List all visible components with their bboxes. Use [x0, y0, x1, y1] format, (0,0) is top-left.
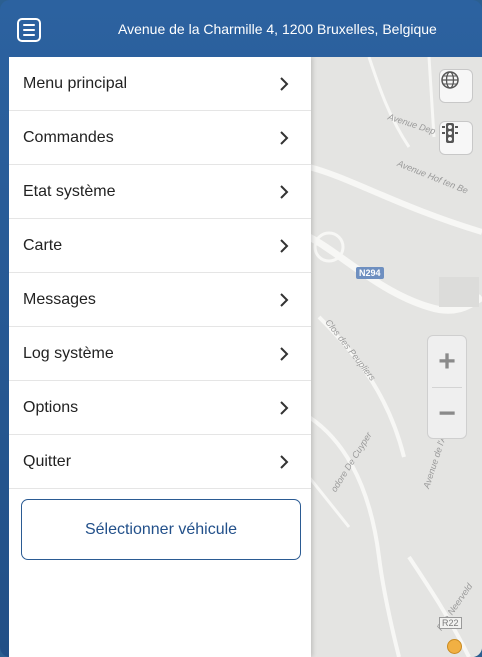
chevron-right-icon [280, 239, 289, 253]
road-badge-r22: R22 [439, 617, 462, 629]
zoom-out-button[interactable]: − [428, 388, 466, 439]
map-view[interactable]: Avenue Dep Avenue Hof ten Be Clos des Pe… [309, 57, 482, 657]
menu-item-etat-systeme[interactable]: Etat système [9, 165, 311, 219]
side-menu: Menu principal Commandes Etat système Ca… [9, 57, 311, 657]
main-content: Avenue Dep Avenue Hof ten Be Clos des Pe… [9, 57, 482, 657]
menu-item-log-systeme[interactable]: Log système [9, 327, 311, 381]
menu-item-options[interactable]: Options [9, 381, 311, 435]
menu-item-quitter[interactable]: Quitter [9, 435, 311, 489]
select-vehicle-button[interactable]: Sélectionner véhicule [21, 499, 301, 560]
chevron-right-icon [280, 131, 289, 145]
menu-item-label: Etat système [23, 182, 116, 200]
top-bar: Avenue de la Charmille 4, 1200 Bruxelles… [0, 0, 482, 58]
chevron-right-icon [280, 185, 289, 199]
chevron-right-icon [280, 455, 289, 469]
menu-item-label: Menu principal [23, 74, 128, 92]
road-badge-n294: N294 [356, 267, 384, 279]
zoom-in-button[interactable]: + [428, 336, 466, 387]
chevron-right-icon [280, 401, 289, 415]
menu-item-label: Options [23, 398, 79, 416]
menu-item-label: Commandes [23, 128, 114, 146]
zoom-controls: + − [427, 335, 467, 439]
menu-item-label: Quitter [23, 452, 72, 470]
hamburger-icon[interactable] [17, 18, 41, 42]
globe-icon[interactable] [439, 69, 473, 103]
current-address: Avenue de la Charmille 4, 1200 Bruxelles… [118, 21, 437, 37]
chevron-right-icon [280, 293, 289, 307]
menu-item-commandes[interactable]: Commandes [9, 111, 311, 165]
menu-item-messages[interactable]: Messages [9, 273, 311, 327]
menu-item-carte[interactable]: Carte [9, 219, 311, 273]
menu-item-label: Messages [23, 290, 96, 308]
chevron-right-icon [280, 347, 289, 361]
app-window: Avenue de la Charmille 4, 1200 Bruxelles… [0, 0, 482, 657]
menu-item-label: Carte [23, 236, 63, 254]
traffic-light-icon[interactable] [439, 121, 473, 155]
chevron-right-icon [280, 77, 289, 91]
menu-item-menu-principal[interactable]: Menu principal [9, 57, 311, 111]
location-pin-icon[interactable] [447, 639, 462, 654]
menu-item-label: Log système [23, 344, 114, 362]
